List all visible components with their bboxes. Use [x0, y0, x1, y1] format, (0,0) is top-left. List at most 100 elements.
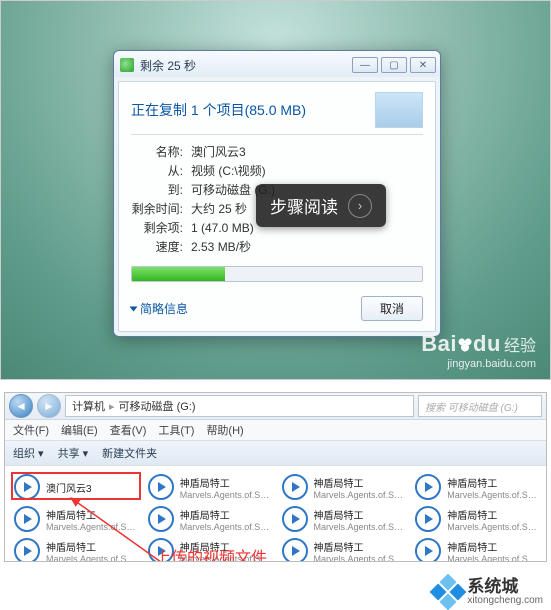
- breadcrumb-segment[interactable]: 计算机: [72, 398, 105, 414]
- dialog-titlebar[interactable]: 剩余 25 秒 — ▢ ✕: [114, 51, 440, 77]
- file-name: 澳门风云3: [46, 480, 92, 495]
- nav-back-button[interactable]: ◄: [9, 394, 33, 418]
- cancel-label: 取消: [380, 302, 404, 316]
- chevron-down-icon: [130, 306, 138, 311]
- label-remaining-items: 剩余项:: [131, 219, 183, 237]
- value-speed: 2.53 MB/秒: [191, 238, 251, 256]
- menu-help[interactable]: 帮助(H): [206, 422, 243, 438]
- baidu-brand1: Bai: [421, 331, 457, 356]
- dialog-heading: 正在复制 1 个项目(85.0 MB): [131, 100, 306, 120]
- file-name: 神盾局特工: [46, 539, 136, 554]
- dialog-icon: [120, 58, 134, 72]
- tool-share[interactable]: 共享 ▾: [58, 445, 89, 461]
- video-file-icon: [14, 474, 40, 500]
- file-subname: Marvels.Agents.of.S.H.I.E.L.D.S...: [314, 490, 404, 500]
- file-name: 神盾局特工: [447, 475, 537, 490]
- file-item[interactable]: 神盾局特工Marvels.Agents.of.S.H.I.E.L.D.S...: [11, 536, 139, 562]
- address-bar[interactable]: 计算机 ▸ 可移动磁盘 (G:): [65, 395, 414, 417]
- explorer-file-grid: 上传的视频文件 澳门风云3神盾局特工Marvels.Agents.of.S.H.…: [5, 466, 546, 562]
- search-placeholder: 搜索 可移动磁盘 (G:): [425, 399, 518, 414]
- file-item[interactable]: 神盾局特工Marvels.Agents.of.S.H.I.E.L.D.S...: [412, 504, 540, 534]
- tool-newfolder[interactable]: 新建文件夹: [102, 445, 157, 461]
- file-subname: Marvels.Agents.of.S.H.I.E.L.D.S...: [314, 522, 404, 532]
- baidu-watermark: Baidu 经验 jingyan.baidu.com: [421, 331, 536, 371]
- search-input[interactable]: 搜索 可移动磁盘 (G:): [418, 395, 542, 417]
- baidu-label: 经验: [504, 338, 536, 355]
- breadcrumb-segment[interactable]: 可移动磁盘 (G:): [119, 398, 196, 414]
- label-name: 名称:: [131, 143, 183, 161]
- nav-forward-button[interactable]: ►: [37, 394, 61, 418]
- file-item[interactable]: 神盾局特工Marvels.Agents.of.S.H.I.E.L.D.S...: [412, 536, 540, 562]
- menu-edit[interactable]: 编辑(E): [61, 422, 98, 438]
- progress-bar: [131, 266, 423, 282]
- dialog-heading-row: 正在复制 1 个项目(85.0 MB): [131, 92, 423, 135]
- video-file-icon: [415, 538, 441, 562]
- file-name: 神盾局特工: [447, 539, 537, 554]
- file-item[interactable]: 神盾局特工Marvels.Agents.of.S.H.I.E.L.D.S...: [412, 472, 540, 502]
- file-subname: Marvels.Agents.of.S.H.I.E.L.D.S...: [46, 522, 136, 532]
- maximize-button[interactable]: ▢: [381, 57, 407, 73]
- value-remaining-items: 1 (47.0 MB): [191, 219, 254, 237]
- dialog-thumbnail: [375, 92, 423, 128]
- video-file-icon: [148, 474, 174, 500]
- paw-icon: [457, 337, 473, 353]
- file-item[interactable]: 神盾局特工Marvels.Agents.of.S.H.I.E.L.D.S...: [279, 472, 407, 502]
- dialog-title: 剩余 25 秒: [140, 57, 196, 74]
- close-button[interactable]: ✕: [410, 57, 436, 73]
- menu-file[interactable]: 文件(F): [13, 422, 49, 438]
- file-name: 神盾局特工: [314, 475, 404, 490]
- value-from: 视频 (C:\视频): [191, 162, 266, 180]
- chevron-right-icon: ›: [348, 194, 372, 218]
- label-from: 从:: [131, 162, 183, 180]
- label-speed: 速度:: [131, 238, 183, 256]
- file-item[interactable]: 神盾局特工Marvels.Agents.of.S.H.I.E.L.D.S...: [145, 504, 273, 534]
- step-read-overlay[interactable]: 步骤阅读 ›: [256, 184, 386, 227]
- video-file-icon: [14, 506, 40, 532]
- value-name: 澳门风云3: [191, 143, 246, 161]
- file-item[interactable]: 神盾局特工Marvels.Agents.of.S.H.I.E.L.D.S...: [145, 472, 273, 502]
- more-info-toggle[interactable]: 简略信息: [131, 300, 188, 317]
- progress-fill: [132, 267, 225, 281]
- file-name: 神盾局特工: [46, 507, 136, 522]
- menu-view[interactable]: 查看(V): [110, 422, 147, 438]
- file-name: 神盾局特工: [314, 539, 404, 554]
- label-remaining-time: 剩余时间:: [131, 200, 183, 218]
- video-file-icon: [282, 538, 308, 562]
- screenshot-explorer: ◄ ► 计算机 ▸ 可移动磁盘 (G:) 搜索 可移动磁盘 (G:) 文件(F)…: [4, 392, 547, 562]
- explorer-addressbar-row: ◄ ► 计算机 ▸ 可移动磁盘 (G:) 搜索 可移动磁盘 (G:): [5, 393, 546, 420]
- video-file-icon: [282, 506, 308, 532]
- file-name: 神盾局特工: [180, 475, 270, 490]
- annotation-caption: 上传的视频文件: [155, 544, 267, 562]
- baidu-url: jingyan.baidu.com: [421, 358, 536, 371]
- video-file-icon: [415, 474, 441, 500]
- file-subname: Marvels.Agents.of.S.H.I.E.L.D.S...: [180, 490, 270, 500]
- file-subname: Marvels.Agents.of.S.H.I.E.L.D.S...: [180, 522, 270, 532]
- step-read-label: 步骤阅读: [270, 193, 338, 218]
- xitongcheng-watermark: 系统城 xitongcheng.com: [435, 578, 543, 606]
- label-to: 到:: [131, 181, 183, 199]
- file-subname: Marvels.Agents.of.S.H.I.E.L.D.S...: [447, 554, 537, 563]
- file-item[interactable]: 神盾局特工Marvels.Agents.of.S.H.I.E.L.D.S...: [11, 504, 139, 534]
- file-name: 神盾局特工: [447, 507, 537, 522]
- xitongcheng-name: 系统城: [467, 578, 543, 596]
- video-file-icon: [14, 538, 40, 562]
- file-item[interactable]: 神盾局特工Marvels.Agents.of.S.H.I.E.L.D.S...: [279, 504, 407, 534]
- minimize-button[interactable]: —: [352, 57, 378, 73]
- tool-organize[interactable]: 组织 ▾: [13, 445, 44, 461]
- screenshot-copy-dialog: 剩余 25 秒 — ▢ ✕ 正在复制 1 个项目(85.0 MB) 名称: 澳门风…: [0, 0, 551, 380]
- breadcrumb-sep-icon: ▸: [109, 400, 115, 413]
- file-item[interactable]: 澳门风云3: [11, 472, 139, 502]
- xitongcheng-url: xitongcheng.com: [467, 596, 543, 607]
- explorer-menubar: 文件(F) 编辑(E) 查看(V) 工具(T) 帮助(H): [5, 420, 546, 441]
- file-subname: Marvels.Agents.of.S.H.I.E.L.D.S...: [314, 554, 404, 563]
- explorer-toolbar: 组织 ▾ 共享 ▾ 新建文件夹: [5, 441, 546, 466]
- xitongcheng-logo-icon: [430, 573, 467, 610]
- file-name: 神盾局特工: [180, 507, 270, 522]
- menu-tools[interactable]: 工具(T): [158, 422, 194, 438]
- cancel-button[interactable]: 取消: [361, 296, 423, 321]
- video-file-icon: [148, 506, 174, 532]
- file-name: 神盾局特工: [314, 507, 404, 522]
- file-item[interactable]: 神盾局特工Marvels.Agents.of.S.H.I.E.L.D.S...: [279, 536, 407, 562]
- file-subname: Marvels.Agents.of.S.H.I.E.L.D.S...: [447, 490, 537, 500]
- value-remaining-time: 大约 25 秒: [191, 200, 247, 218]
